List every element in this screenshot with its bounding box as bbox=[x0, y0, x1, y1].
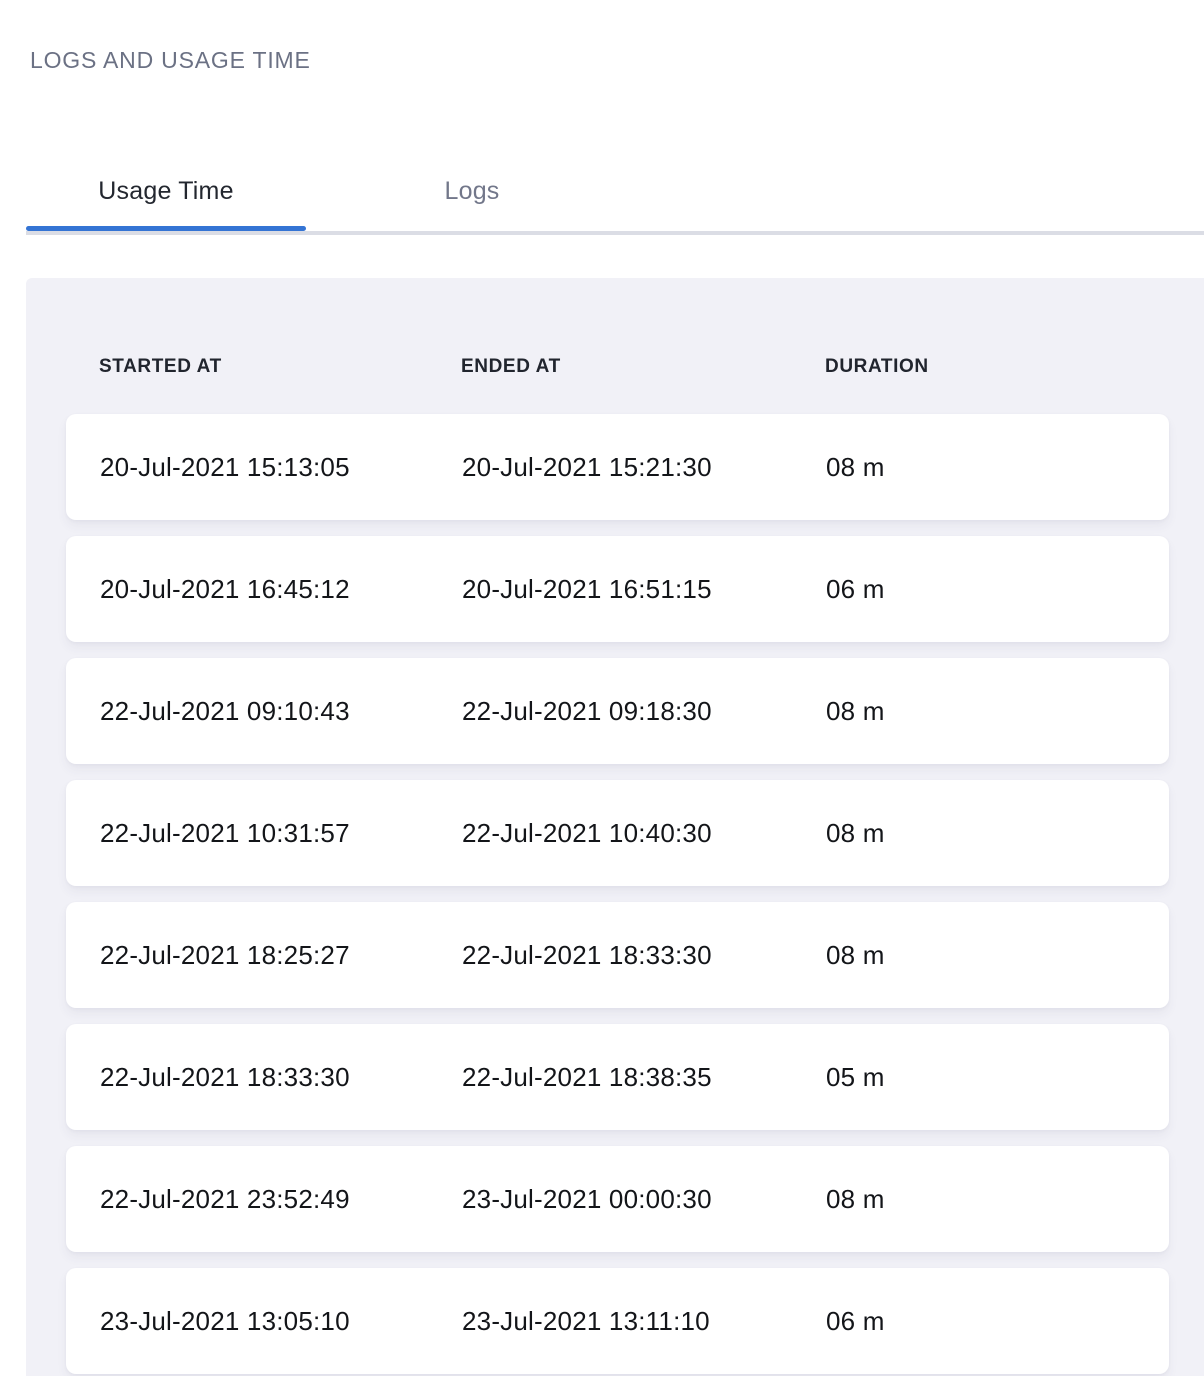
column-header-ended-at: ENDED AT bbox=[461, 356, 825, 378]
table-header-row: STARTED AT ENDED AT DURATION bbox=[26, 278, 1204, 378]
duration-value: 08 m bbox=[826, 1184, 1169, 1215]
page-title: LOGS AND USAGE TIME bbox=[30, 47, 311, 74]
ended-at-value: 22-Jul-2021 18:38:35 bbox=[462, 1062, 826, 1093]
ended-at-value: 20-Jul-2021 15:21:30 bbox=[462, 452, 826, 483]
started-at-value: 22-Jul-2021 18:33:30 bbox=[100, 1062, 462, 1093]
started-at-value: 22-Jul-2021 09:10:43 bbox=[100, 696, 462, 727]
duration-value: 08 m bbox=[826, 940, 1169, 971]
duration-value: 08 m bbox=[826, 818, 1169, 849]
started-at-value: 20-Jul-2021 15:13:05 bbox=[100, 452, 462, 483]
duration-value: 08 m bbox=[826, 696, 1169, 727]
ended-at-value: 20-Jul-2021 16:51:15 bbox=[462, 574, 826, 605]
ended-at-value: 22-Jul-2021 09:18:30 bbox=[462, 696, 826, 727]
table-row: 22-Jul-2021 23:52:49 23-Jul-2021 00:00:3… bbox=[66, 1146, 1169, 1252]
tab-bar: Usage Time Logs bbox=[26, 152, 1204, 235]
started-at-value: 20-Jul-2021 16:45:12 bbox=[100, 574, 462, 605]
ended-at-value: 22-Jul-2021 18:33:30 bbox=[462, 940, 826, 971]
table-row: 22-Jul-2021 18:33:30 22-Jul-2021 18:38:3… bbox=[66, 1024, 1169, 1130]
started-at-value: 23-Jul-2021 13:05:10 bbox=[100, 1306, 462, 1337]
ended-at-value: 22-Jul-2021 10:40:30 bbox=[462, 818, 826, 849]
table-row: 22-Jul-2021 09:10:43 22-Jul-2021 09:18:3… bbox=[66, 658, 1169, 764]
column-header-duration: DURATION bbox=[825, 356, 1204, 378]
started-at-value: 22-Jul-2021 18:25:27 bbox=[100, 940, 462, 971]
duration-value: 06 m bbox=[826, 574, 1169, 605]
table-body: 20-Jul-2021 15:13:05 20-Jul-2021 15:21:3… bbox=[26, 414, 1204, 1374]
ended-at-value: 23-Jul-2021 00:00:30 bbox=[462, 1184, 826, 1215]
started-at-value: 22-Jul-2021 23:52:49 bbox=[100, 1184, 462, 1215]
column-header-started-at: STARTED AT bbox=[99, 356, 461, 378]
duration-value: 06 m bbox=[826, 1306, 1169, 1337]
table-row: 22-Jul-2021 18:25:27 22-Jul-2021 18:33:3… bbox=[66, 902, 1169, 1008]
duration-value: 05 m bbox=[826, 1062, 1169, 1093]
tab-usage-time[interactable]: Usage Time bbox=[26, 152, 306, 231]
ended-at-value: 23-Jul-2021 13:11:10 bbox=[462, 1306, 826, 1337]
tab-logs[interactable]: Logs bbox=[332, 152, 612, 231]
usage-time-panel: STARTED AT ENDED AT DURATION 20-Jul-2021… bbox=[26, 278, 1204, 1376]
started-at-value: 22-Jul-2021 10:31:57 bbox=[100, 818, 462, 849]
table-row: 23-Jul-2021 13:05:10 23-Jul-2021 13:11:1… bbox=[66, 1268, 1169, 1374]
duration-value: 08 m bbox=[826, 452, 1169, 483]
table-row: 20-Jul-2021 15:13:05 20-Jul-2021 15:21:3… bbox=[66, 414, 1169, 520]
table-row: 22-Jul-2021 10:31:57 22-Jul-2021 10:40:3… bbox=[66, 780, 1169, 886]
table-row: 20-Jul-2021 16:45:12 20-Jul-2021 16:51:1… bbox=[66, 536, 1169, 642]
